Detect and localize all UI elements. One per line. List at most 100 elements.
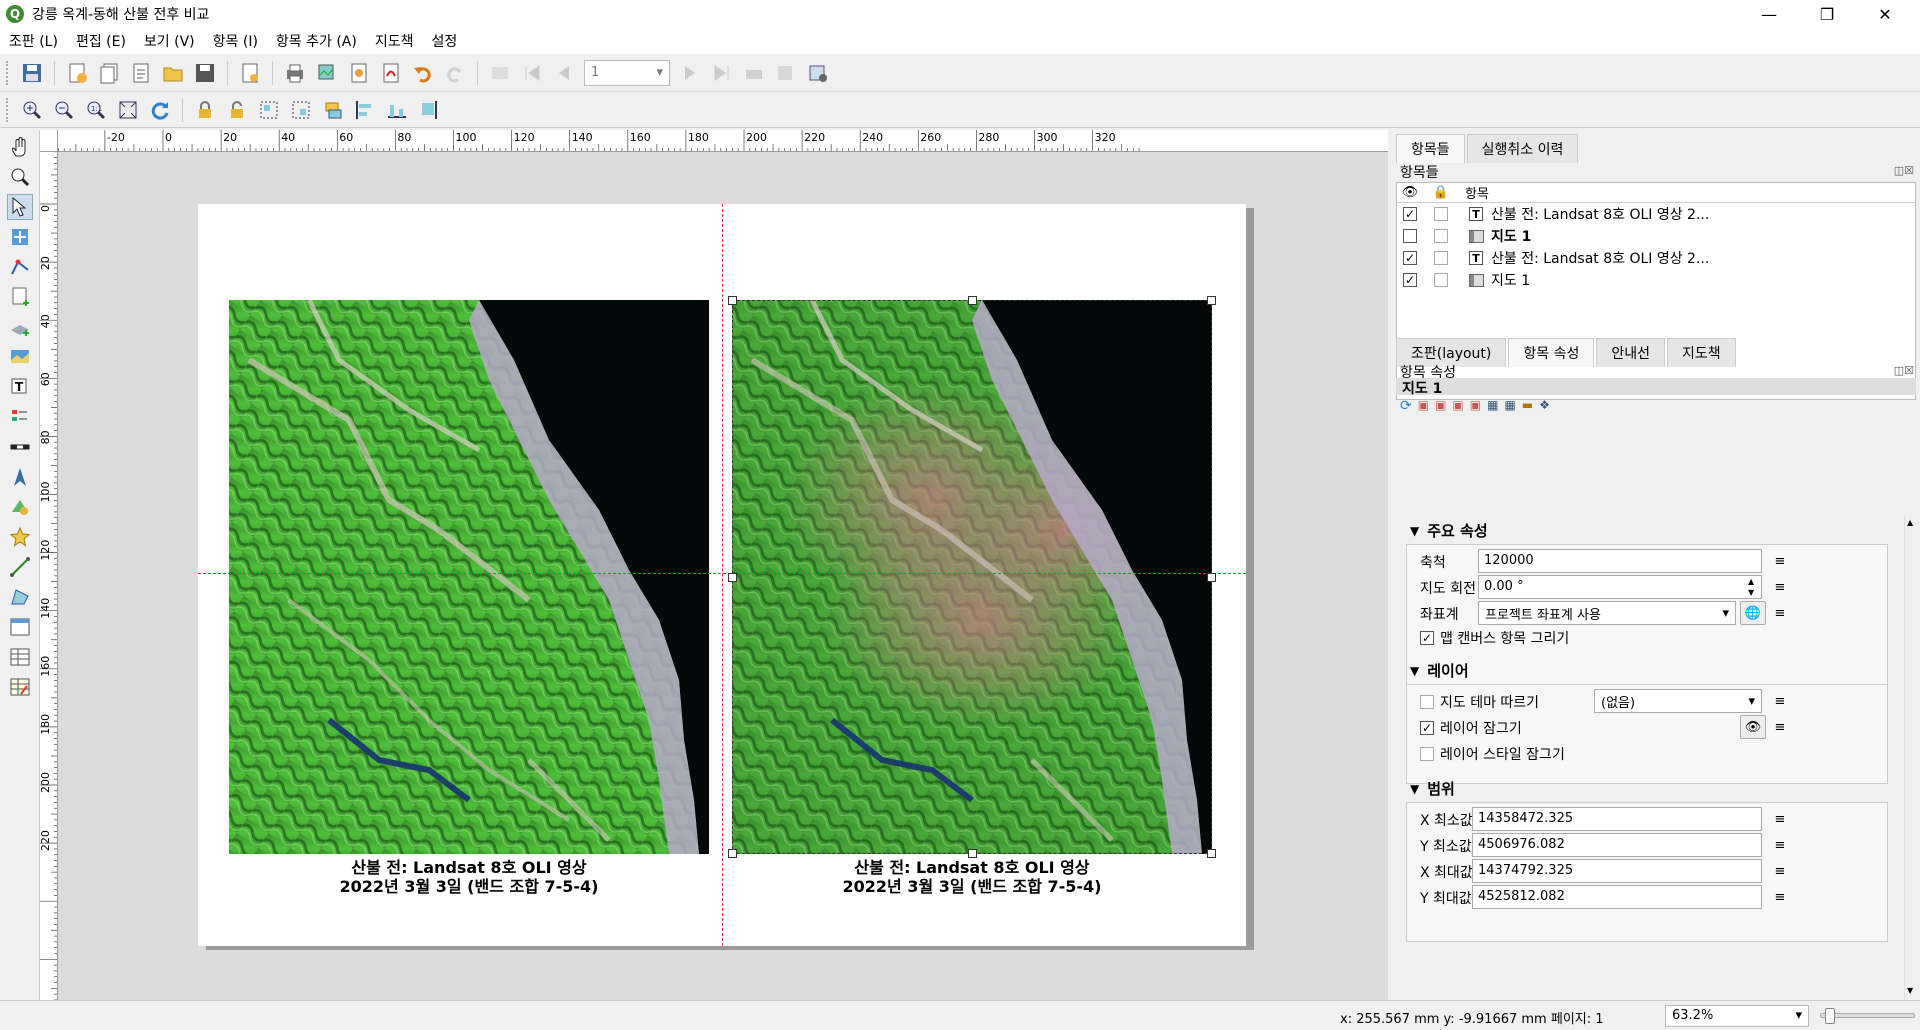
- lock-styles-checkbox[interactable]: 레이어 스타일 잠그기: [1420, 744, 1565, 764]
- lock-checkbox[interactable]: [1434, 251, 1448, 265]
- group-items-icon[interactable]: [256, 97, 282, 123]
- ungroup-items-icon[interactable]: [288, 97, 314, 123]
- data-defined-icon[interactable]: ≡: [1770, 718, 1790, 736]
- data-defined-icon[interactable]: ≡: [1770, 578, 1790, 596]
- select-move-icon[interactable]: [7, 194, 33, 220]
- resize-handle[interactable]: [1207, 849, 1216, 858]
- properties-scrollbar[interactable]: ▲ ▼: [1904, 516, 1918, 1000]
- menu-layout[interactable]: 조판 (L): [0, 31, 67, 51]
- lock-items-icon[interactable]: [192, 97, 218, 123]
- atlas-page-select[interactable]: 1 ▾: [584, 59, 670, 86]
- visible-checkbox[interactable]: [1403, 229, 1417, 243]
- group-layers[interactable]: ▼ 레이어: [1410, 660, 1469, 681]
- resize-icon[interactable]: [416, 97, 442, 123]
- lock-checkbox[interactable]: [1434, 229, 1448, 243]
- zoom-tool-icon[interactable]: [7, 164, 33, 190]
- zoom-slider-knob[interactable]: [1825, 1008, 1836, 1024]
- pan-hand-icon[interactable]: [7, 134, 33, 160]
- zoom-in-icon[interactable]: [19, 97, 45, 123]
- group-main-properties[interactable]: ▼ 주요 속성: [1410, 520, 1488, 541]
- resize-handle[interactable]: [1207, 573, 1216, 582]
- menu-add-item[interactable]: 항목 추가 (A): [267, 31, 366, 51]
- save-template-icon[interactable]: [192, 60, 218, 86]
- zoom-slider[interactable]: [1820, 1008, 1915, 1024]
- item-row[interactable]: ✓ T 산불 전: Landsat 8호 OLI 영상 2...: [1397, 247, 1915, 269]
- caption-after[interactable]: 산불 전: Landsat 8호 OLI 영상 2022년 3월 3일 (밴드 …: [712, 858, 1232, 896]
- checkbox-checked[interactable]: ✓: [1420, 721, 1434, 735]
- add-marker-icon[interactable]: [7, 524, 33, 550]
- checkbox-checked[interactable]: ✓: [1420, 631, 1434, 645]
- xmax-input[interactable]: 14374792.325: [1472, 859, 1762, 883]
- ymin-input[interactable]: 4506976.082: [1472, 833, 1762, 857]
- atlas-preview-icon[interactable]: [487, 60, 513, 86]
- refresh-icon[interactable]: [147, 97, 173, 123]
- menu-settings[interactable]: 설정: [422, 31, 466, 51]
- redo-icon[interactable]: [442, 60, 468, 86]
- resize-handle[interactable]: [968, 849, 977, 858]
- scroll-down-icon[interactable]: ▼: [1907, 986, 1913, 995]
- map-theme-select[interactable]: (없음) ▾: [1594, 689, 1762, 713]
- menu-view[interactable]: 보기 (V): [135, 31, 204, 51]
- refresh-icon[interactable]: ⟳: [1400, 398, 1412, 414]
- item-row[interactable]: ✓ T 산불 전: Landsat 8호 OLI 영상 2...: [1397, 203, 1915, 225]
- data-defined-icon[interactable]: ≡: [1770, 862, 1790, 880]
- open-folder-icon[interactable]: [160, 60, 186, 86]
- resize-handle[interactable]: [728, 849, 737, 858]
- menu-edit[interactable]: 편집 (E): [67, 31, 135, 51]
- rotation-input[interactable]: 0.00 °: [1478, 575, 1762, 599]
- draw-canvas-checkbox[interactable]: ✓ 맵 캔버스 항목 그리기: [1420, 628, 1569, 648]
- caption-before[interactable]: 산불 전: Landsat 8호 OLI 영상 2022년 3월 3일 (밴드 …: [209, 858, 729, 896]
- add-scalebar-icon[interactable]: [7, 434, 33, 460]
- checkbox-unchecked[interactable]: [1420, 747, 1434, 761]
- print-icon[interactable]: [282, 60, 308, 86]
- export-image-icon[interactable]: [314, 60, 340, 86]
- labeling-icon[interactable]: ▬: [1522, 398, 1533, 414]
- guide-vertical[interactable]: [722, 204, 723, 946]
- export-pdf-icon[interactable]: [378, 60, 404, 86]
- add-page-icon[interactable]: [7, 284, 33, 310]
- add-fixed-table-icon[interactable]: [7, 674, 33, 700]
- tab-atlas[interactable]: 지도책: [1667, 338, 1736, 367]
- checkbox-unchecked[interactable]: [1420, 695, 1434, 709]
- export-svg-icon[interactable]: [346, 60, 372, 86]
- add-arrow-icon[interactable]: [7, 554, 33, 580]
- add-label-icon[interactable]: T: [7, 374, 33, 400]
- add-map-icon[interactable]: [7, 344, 33, 370]
- zoom-full-icon[interactable]: [115, 97, 141, 123]
- duplicate-layout-icon[interactable]: [96, 60, 122, 86]
- group-extent[interactable]: ▼ 범위: [1410, 778, 1455, 799]
- distribute-icon[interactable]: [384, 97, 410, 123]
- visibility-preset-icon[interactable]: 👁: [1740, 715, 1766, 739]
- undo-icon[interactable]: [410, 60, 436, 86]
- page-setup-icon[interactable]: [237, 60, 263, 86]
- next-feature-icon[interactable]: [677, 60, 703, 86]
- set-scale-icon[interactable]: ▣: [1452, 398, 1463, 414]
- ymax-input[interactable]: 4525812.082: [1472, 885, 1762, 909]
- view-extent-icon[interactable]: ▣: [1435, 398, 1446, 414]
- menu-items[interactable]: 항목 (I): [204, 31, 267, 51]
- item-row[interactable]: 지도 1: [1397, 225, 1915, 247]
- raise-items-icon[interactable]: [320, 97, 346, 123]
- export-atlas-icon[interactable]: [773, 60, 799, 86]
- atlas-settings-icon[interactable]: [805, 60, 831, 86]
- visible-checkbox[interactable]: ✓: [1403, 251, 1417, 265]
- unlock-items-icon[interactable]: [224, 97, 250, 123]
- lock-layers-checkbox[interactable]: ✓ 레이어 잠그기: [1420, 718, 1522, 738]
- first-feature-icon[interactable]: [519, 60, 545, 86]
- resize-handle[interactable]: [728, 573, 737, 582]
- scale-input[interactable]: 120000: [1478, 549, 1762, 573]
- items-tree[interactable]: 👁 🔒 항목 ✓ T 산불 전: Landsat 8호 OLI 영상 2... 지도 …: [1396, 182, 1916, 400]
- move-content-icon[interactable]: ❖: [1539, 398, 1550, 414]
- horizontal-ruler[interactable]: -20 0 20 40 60 80 100 120 140 160 180 200 220 240 260 2…: [58, 130, 1388, 152]
- tab-guides[interactable]: 안내선: [1596, 338, 1665, 367]
- follow-theme-checkbox[interactable]: 지도 테마 따르기: [1420, 692, 1539, 712]
- minimize-button[interactable]: —: [1746, 0, 1792, 28]
- data-defined-icon[interactable]: ≡: [1770, 810, 1790, 828]
- previous-feature-icon[interactable]: [551, 60, 577, 86]
- data-defined-icon[interactable]: ≡: [1770, 552, 1790, 570]
- dock-float-close-icon[interactable]: ◫☒: [1894, 364, 1914, 377]
- tab-undo-history[interactable]: 실행취소 이력: [1466, 134, 1579, 163]
- menu-atlas[interactable]: 지도책: [366, 31, 423, 51]
- new-layout-icon[interactable]: [64, 60, 90, 86]
- visible-checkbox[interactable]: ✓: [1403, 273, 1417, 287]
